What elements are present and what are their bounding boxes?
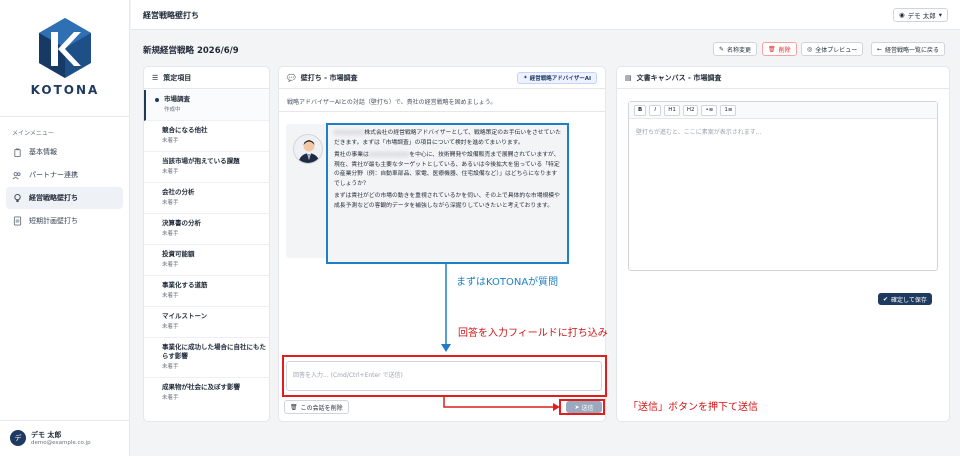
annotation-first: まずはKOTONAが質問 [456,277,559,288]
red-arrow-line [443,397,555,408]
annotation-arrows [441,264,560,411]
annotation-third: 「送信」ボタンを押下て送信 [628,402,758,413]
annotation-second: 回答を入力フィールドに打ち込み [458,328,608,339]
red-arrow-head [553,403,560,411]
blue-arrow-head [441,344,451,352]
